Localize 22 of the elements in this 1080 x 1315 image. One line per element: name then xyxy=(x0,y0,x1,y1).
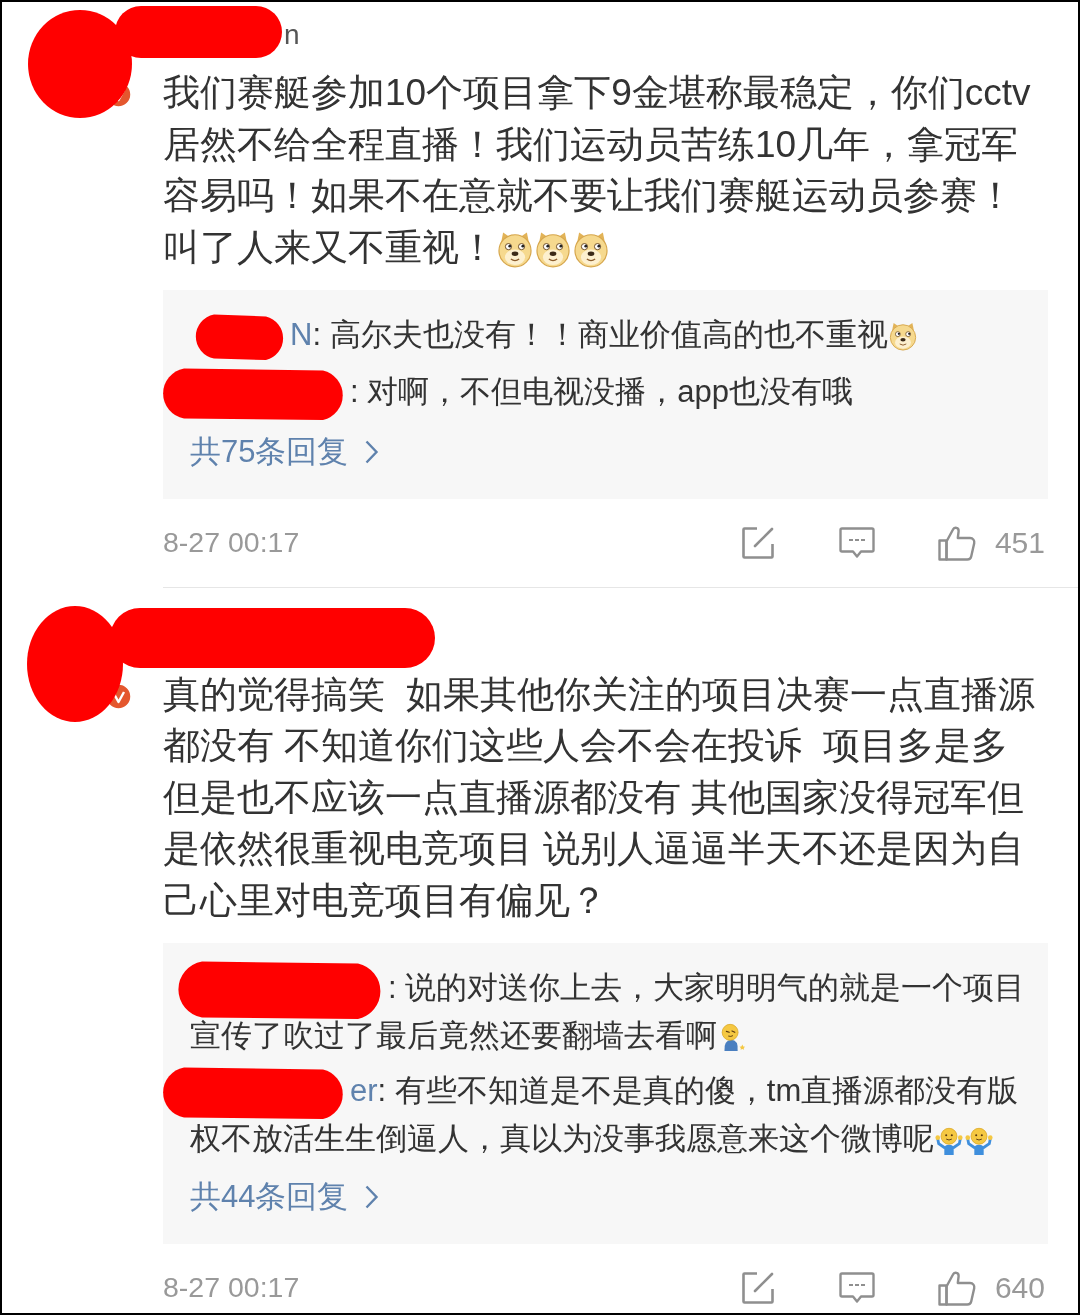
reply-text: N: 高尔夫也没有！！商业价值高的也不重视 xyxy=(190,312,1035,360)
comment-time: 8-27 00:17 xyxy=(163,526,300,560)
dog-face-icon xyxy=(887,321,918,351)
reply-author-name[interactable]: N xyxy=(290,317,313,352)
reply-author-name[interactable]: er xyxy=(350,1072,378,1108)
like-button[interactable]: 640 xyxy=(936,1268,1045,1307)
reply-text: : 对啊，不但电视没播，app也没有哦 xyxy=(190,368,1035,417)
comment-time: 8-27 00:17 xyxy=(163,1271,300,1305)
more-replies-link[interactable]: 共75条回复 xyxy=(190,428,380,475)
share-icon[interactable] xyxy=(739,524,776,561)
comment-text: 真的觉得搞笑 如果其他你关注的项目决赛一点直播源都没有 不知道你们这些人会不会在投诉 项目多是多但是也不应该一点直播源都没有 其他国家没得冠军但是依然很重视电竞项目 说别人逼逼半天不还是因为自己心里对电竞项目有偏见？ xyxy=(163,672,1036,923)
author-name[interactable]: n xyxy=(284,19,300,51)
reply-text: er: 有些不知道是不是真的傻，tm直播源都没有版权不放活生生倒逼人，真以为没事我愿意来这个微博呢 xyxy=(190,1067,1035,1162)
share-icon[interactable] xyxy=(739,1269,776,1306)
like-button[interactable]: 451 xyxy=(936,523,1045,562)
comment-icon[interactable] xyxy=(837,525,876,560)
comment-icon[interactable] xyxy=(837,1270,876,1305)
more-replies-link[interactable]: 共44条回复 xyxy=(190,1173,380,1220)
chevron-right-icon xyxy=(364,438,380,465)
reply-text: : 说的对送你上去，大家明明气的就是一个项目宣传了吹过了最后竟然还要翻墙去看啊 xyxy=(190,965,1035,1059)
comment-text: 我们赛艇参加10个项目拿下9金堪称最稳定，你们cctv居然不给全程直播！我们运动员苦练10几年，拿冠军容易吗！如果不在意就不要让我们赛艇运动员参赛！叫了人来又不重视！ xyxy=(163,71,1032,270)
chevron-right-icon xyxy=(364,1183,380,1210)
